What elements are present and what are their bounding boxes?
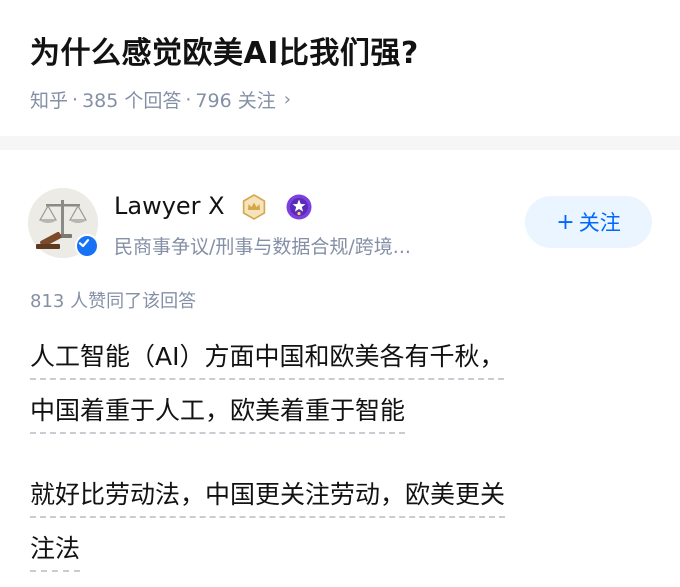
source-label: 知乎 — [30, 90, 69, 112]
author-description[interactable]: 民商事争议/刑事与数据合规/跨境... — [114, 232, 411, 259]
section-divider — [0, 136, 680, 150]
star-badge-icon[interactable] — [286, 194, 312, 220]
answers-count: 385 个回答 — [82, 90, 182, 112]
verified-check-icon — [75, 234, 99, 258]
question-title[interactable]: 为什么感觉欧美AI比我们强? — [30, 28, 419, 72]
plus-icon: + — [556, 209, 575, 235]
answer-paragraph[interactable]: 就好比劳动法，中国更关注劳动，欧美更关 注法 — [30, 472, 650, 580]
avatar[interactable] — [28, 188, 99, 258]
follow-button[interactable]: + 关注 — [525, 196, 652, 248]
author-name[interactable]: Lawyer X — [114, 192, 225, 220]
vote-count: 813 人赞同了该回答 — [30, 291, 197, 312]
paragraph-line: 人工智能（AI）方面中国和欧美各有千秋， — [30, 340, 505, 380]
crown-badge-icon[interactable] — [241, 194, 267, 220]
answer-paragraph[interactable]: 人工智能（AI）方面中国和欧美各有千秋， 中国着重于人工，欧美着重于智能 — [30, 334, 650, 442]
followers-count: 796 关注 — [195, 90, 276, 112]
question-meta[interactable]: 知乎 · 385 个回答 · 796 关注 › — [30, 86, 291, 113]
paragraph-line: 就好比劳动法，中国更关注劳动，欧美更关 — [30, 478, 506, 518]
paragraph-line: 注法 — [30, 532, 81, 572]
chevron-right-icon: › — [283, 89, 291, 110]
paragraph-line: 中国着重于人工，欧美着重于智能 — [30, 394, 406, 434]
question-header: 为什么感觉欧美AI比我们强? 知乎 · 385 个回答 · 796 关注 › — [0, 0, 680, 136]
meta-separator: · — [185, 88, 192, 111]
answer-card: Lawyer X 民商事争议/刑事与数据合规/跨境... + 关注 813 人赞… — [0, 150, 680, 587]
follow-button-label: 关注 — [578, 211, 621, 235]
meta-separator: · — [72, 88, 79, 111]
